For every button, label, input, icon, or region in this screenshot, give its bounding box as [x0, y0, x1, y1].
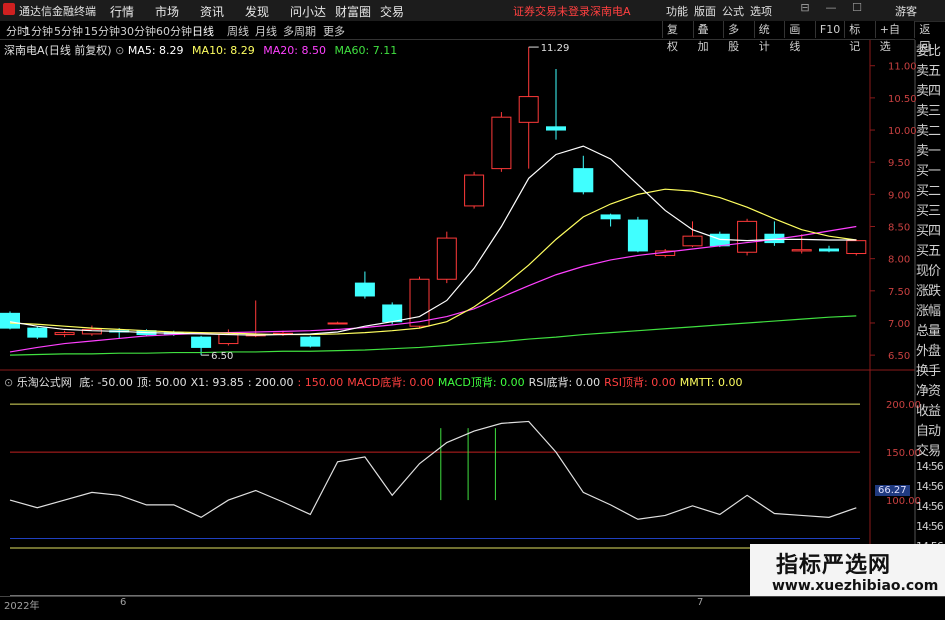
candle-body [819, 248, 839, 252]
candle-body [382, 304, 403, 323]
date-label-7: 7 [697, 597, 704, 608]
candle-body [737, 220, 758, 253]
quote-panel-item-8: 买三 [916, 204, 941, 219]
price-tick-label: 9.00 [888, 190, 910, 201]
candle-body [518, 96, 539, 123]
candle-body [354, 282, 375, 297]
quote-panel-item-7: 买二 [916, 184, 941, 199]
price-tick-label: 8.50 [888, 223, 910, 234]
candle-body [409, 278, 430, 327]
date-axis: 2022年 6 7 [0, 596, 945, 612]
candle-body [546, 126, 566, 131]
quote-panel-item-13: 涨幅 [916, 304, 941, 319]
date-label-year: 2022年 [4, 601, 40, 612]
quote-panel-item-14: 总量 [916, 324, 941, 339]
ma10-line [9, 188, 857, 336]
low-annotation: 6.50 [211, 351, 233, 362]
price-tick-label: 10.00 [888, 126, 917, 137]
candle-body [846, 240, 867, 255]
price-tick-label: 8.00 [888, 255, 910, 266]
quote-panel-item-22: 14:56 [916, 480, 944, 493]
price-tick-label: 9.50 [888, 158, 910, 169]
high-annotation: 11.29 [541, 43, 570, 54]
ma60-line [9, 315, 857, 356]
quote-panel-item-9: 买四 [916, 224, 941, 239]
price-tick-label: 6.50 [888, 351, 910, 362]
candle-body [600, 214, 621, 220]
quote-panel-item-18: 收益 [916, 404, 941, 419]
quote-panel-item-0: 委比 [916, 44, 941, 59]
candle-body [573, 168, 594, 193]
indicator-value-badge: 66.27 [875, 485, 910, 496]
quote-panel-item-17: 净资 [916, 384, 941, 399]
watermark-title: 指标严选网 [776, 553, 892, 578]
quote-panel-item-16: 换手 [916, 364, 941, 379]
candle-body [54, 332, 75, 336]
candle-body [218, 334, 239, 345]
watermark-url: www.xuezhibiao.com [772, 578, 939, 594]
quote-panel-item-1: 卖五 [916, 64, 941, 79]
quote-panel-item-6: 买一 [916, 164, 941, 179]
quote-panel-item-24: 14:56 [916, 520, 944, 533]
candle-body [0, 312, 20, 329]
quote-panel-item-12: 涨跌 [916, 284, 941, 299]
candle-body [464, 174, 485, 207]
price-tick-label: 11.00 [888, 62, 917, 73]
quote-panel-item-10: 买五 [916, 244, 941, 259]
price-tick-label: 7.50 [888, 287, 910, 298]
price-tick-label: 10.50 [888, 94, 917, 105]
candle-body [682, 235, 703, 247]
candle-body [791, 249, 812, 252]
quote-panel-item-11: 现价 [916, 264, 941, 279]
quote-panel-item-15: 外盘 [916, 344, 941, 359]
candle-body [491, 116, 512, 170]
quote-panel-item-5: 卖一 [916, 144, 941, 159]
candle-body [327, 322, 348, 325]
price-chart[interactable]: 11.00 10.50 10.00 9.50 9.00 8.50 8.00 7.50 7.00 6… [0, 0, 945, 609]
quote-panel-item-2: 卖四 [916, 84, 941, 99]
quote-panel-item-3: 卖三 [916, 104, 941, 119]
candle-body [627, 219, 648, 252]
quote-panel-item-4: 卖二 [916, 124, 941, 139]
watermark: 指标严选网 www.xuezhibiao.com [750, 544, 945, 602]
quote-panel-item-21: 14:56 [916, 460, 944, 473]
candle-body [191, 336, 212, 348]
quote-panel-item-19: 自动 [916, 424, 941, 439]
quote-panel: 委比卖五卖四卖三卖二卖一买一买二买三买四买五现价涨跌涨幅总量外盘换手净资收益自动… [916, 40, 945, 620]
candle-body [27, 327, 48, 338]
quote-panel-item-20: 交易 [916, 444, 941, 459]
indicator-line [9, 420, 857, 520]
candle-body [436, 237, 457, 280]
price-tick-label: 7.00 [888, 319, 910, 330]
quote-panel-item-23: 14:56 [916, 500, 944, 513]
date-label-6: 6 [120, 597, 127, 608]
candle-body [300, 336, 321, 347]
